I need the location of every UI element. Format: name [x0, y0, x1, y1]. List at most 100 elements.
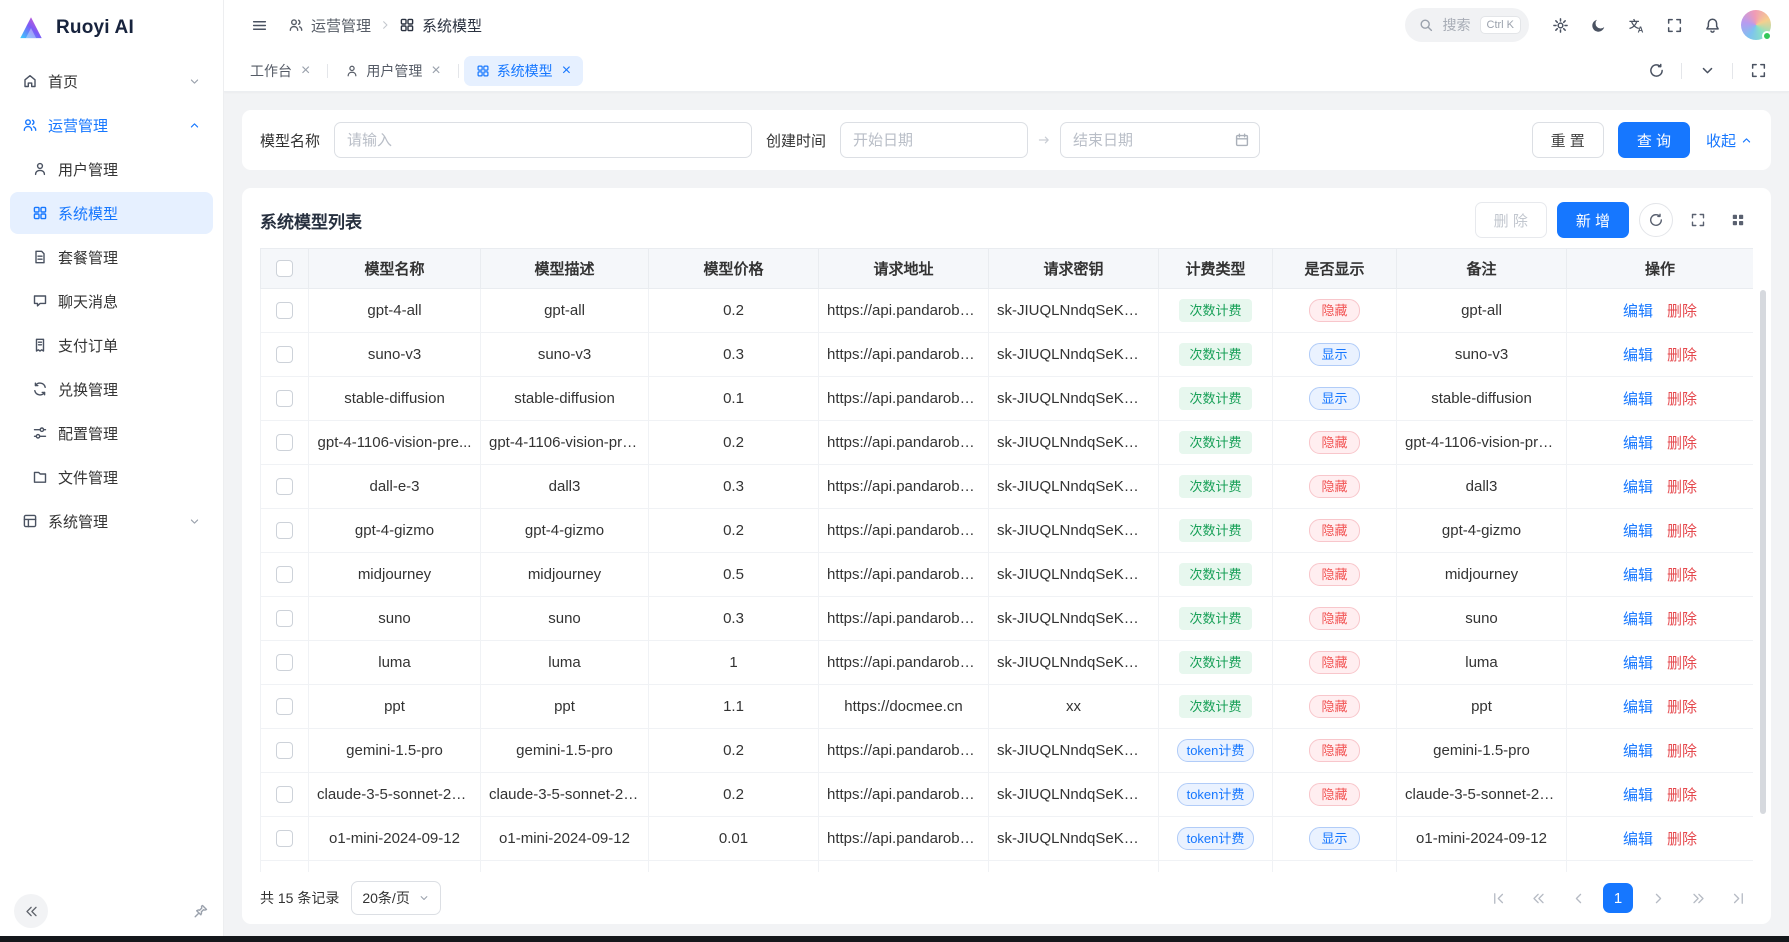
delete-link[interactable]: 删除 — [1667, 699, 1697, 716]
menu-toggle-button[interactable] — [242, 8, 276, 42]
page-size-select[interactable]: 20条/页 — [351, 881, 440, 915]
row-checkbox[interactable] — [276, 786, 293, 803]
edit-link[interactable]: 编辑 — [1623, 699, 1653, 716]
tab-system-model[interactable]: 系统模型 × — [464, 56, 583, 86]
row-checkbox[interactable] — [276, 830, 293, 847]
delete-link[interactable]: 删除 — [1667, 303, 1697, 320]
edit-link[interactable]: 编辑 — [1623, 743, 1653, 760]
page-number[interactable]: 1 — [1603, 883, 1633, 913]
tab-close-icon[interactable]: × — [562, 63, 571, 79]
row-checkbox[interactable] — [276, 698, 293, 715]
edit-link[interactable]: 编辑 — [1623, 523, 1653, 540]
delete-link[interactable]: 删除 — [1667, 655, 1697, 672]
reset-button[interactable]: 重 置 — [1532, 122, 1604, 158]
sidebar-item-operation[interactable]: 运营管理 — [10, 104, 213, 146]
row-checkbox[interactable] — [276, 566, 293, 583]
sidebar-item-home[interactable]: 首页 — [10, 60, 213, 102]
sidebar-item-config-manage[interactable]: 配置管理 — [10, 412, 213, 454]
sidebar-item-system-manage[interactable]: 系统管理 — [10, 500, 213, 542]
sidebar-item-package-manage[interactable]: 套餐管理 — [10, 236, 213, 278]
sidebar-item-redeem-manage[interactable]: 兑换管理 — [10, 368, 213, 410]
content-fullscreen-button[interactable] — [1741, 54, 1775, 88]
row-checkbox[interactable] — [276, 742, 293, 759]
cell — [819, 861, 989, 873]
edit-link[interactable]: 编辑 — [1623, 787, 1653, 804]
delete-link[interactable]: 删除 — [1667, 787, 1697, 804]
edit-link[interactable]: 编辑 — [1623, 435, 1653, 452]
tab-close-icon[interactable]: × — [301, 63, 310, 79]
pagination-prev-button[interactable] — [1563, 883, 1593, 913]
edit-link[interactable]: 编辑 — [1623, 391, 1653, 408]
edit-link[interactable]: 编辑 — [1623, 479, 1653, 496]
package-icon — [32, 249, 48, 265]
tabs-refresh-button[interactable] — [1639, 54, 1673, 88]
theme-toggle-button[interactable] — [1581, 8, 1615, 42]
edit-link[interactable]: 编辑 — [1623, 611, 1653, 628]
tab-close-icon[interactable]: × — [431, 63, 440, 79]
row-checkbox[interactable] — [276, 434, 293, 451]
cell-model-name: claude-3-5-sonnet-20... — [309, 773, 481, 817]
delete-link[interactable]: 删除 — [1667, 347, 1697, 364]
language-button[interactable]: 文A — [1619, 8, 1653, 42]
breadcrumb-item-system-model[interactable]: 系统模型 — [399, 15, 482, 36]
sidebar-item-system-model[interactable]: 系统模型 — [10, 192, 213, 234]
row-checkbox[interactable] — [276, 302, 293, 319]
table-refresh-button[interactable] — [1639, 203, 1673, 237]
cell-remark: claude-3-5-sonnet-20... — [1397, 773, 1567, 817]
row-checkbox[interactable] — [276, 346, 293, 363]
fullscreen-button[interactable] — [1657, 8, 1691, 42]
end-date-input[interactable] — [1060, 122, 1260, 158]
delete-link[interactable]: 删除 — [1667, 743, 1697, 760]
avatar[interactable] — [1741, 10, 1771, 40]
edit-link[interactable]: 编辑 — [1623, 655, 1653, 672]
tabs-menu-button[interactable] — [1690, 54, 1724, 88]
notifications-button[interactable] — [1695, 8, 1729, 42]
sidebar-item-user-manage[interactable]: 用户管理 — [10, 148, 213, 190]
scrollbar-thumb[interactable] — [1760, 290, 1766, 814]
row-checkbox[interactable] — [276, 654, 293, 671]
edit-link[interactable]: 编辑 — [1623, 347, 1653, 364]
row-checkbox[interactable] — [276, 390, 293, 407]
edit-link[interactable]: 编辑 — [1623, 831, 1653, 848]
tab-user-manage[interactable]: 用户管理× — [333, 56, 452, 86]
query-button[interactable]: 查 询 — [1618, 122, 1690, 158]
delete-link[interactable]: 删除 — [1667, 435, 1697, 452]
delete-link[interactable]: 删除 — [1667, 479, 1697, 496]
row-checkbox[interactable] — [276, 478, 293, 495]
table-fullscreen-button[interactable] — [1683, 205, 1713, 235]
header-cell: 模型价格 — [649, 249, 819, 289]
brand[interactable]: Ruoyi AI — [0, 0, 223, 56]
pagination-last-button[interactable] — [1723, 883, 1753, 913]
pagination-first-button[interactable] — [1483, 883, 1513, 913]
delete-button[interactable]: 删 除 — [1475, 202, 1547, 238]
row-checkbox[interactable] — [276, 522, 293, 539]
breadcrumb-item-operation[interactable]: 运营管理 — [288, 15, 371, 36]
edit-link[interactable]: 编辑 — [1623, 303, 1653, 320]
row-checkbox[interactable] — [276, 610, 293, 627]
delete-link[interactable]: 删除 — [1667, 611, 1697, 628]
add-button[interactable]: 新 增 — [1557, 202, 1629, 238]
pagination-next-button[interactable] — [1643, 883, 1673, 913]
sidebar-item-pay-order[interactable]: 支付订单 — [10, 324, 213, 366]
pagination-next-group-button[interactable] — [1683, 883, 1713, 913]
column-settings-button[interactable] — [1723, 205, 1753, 235]
delete-link[interactable]: 删除 — [1667, 567, 1697, 584]
start-date-input[interactable] — [840, 122, 1028, 158]
model-name-input[interactable] — [334, 122, 752, 158]
sidebar-collapse-button[interactable] — [14, 894, 48, 928]
select-all-checkbox[interactable] — [276, 260, 293, 277]
search-box[interactable]: 搜索 Ctrl K — [1405, 8, 1530, 42]
sidebar-pin-button[interactable] — [193, 903, 209, 919]
sidebar-item-file-manage[interactable]: 文件管理 — [10, 456, 213, 498]
settings-button[interactable] — [1543, 8, 1577, 42]
vertical-scrollbar[interactable] — [1760, 290, 1766, 868]
delete-link[interactable]: 删除 — [1667, 523, 1697, 540]
edit-link[interactable]: 编辑 — [1623, 567, 1653, 584]
pagination-prev-group-button[interactable] — [1523, 883, 1553, 913]
sidebar-item-chat-message[interactable]: 聊天消息 — [10, 280, 213, 322]
collapse-filter-link[interactable]: 收起 — [1706, 130, 1753, 151]
tab-label: 系统模型 — [497, 61, 553, 81]
delete-link[interactable]: 删除 — [1667, 831, 1697, 848]
delete-link[interactable]: 删除 — [1667, 391, 1697, 408]
tab-workbench[interactable]: 工作台× — [238, 56, 322, 86]
